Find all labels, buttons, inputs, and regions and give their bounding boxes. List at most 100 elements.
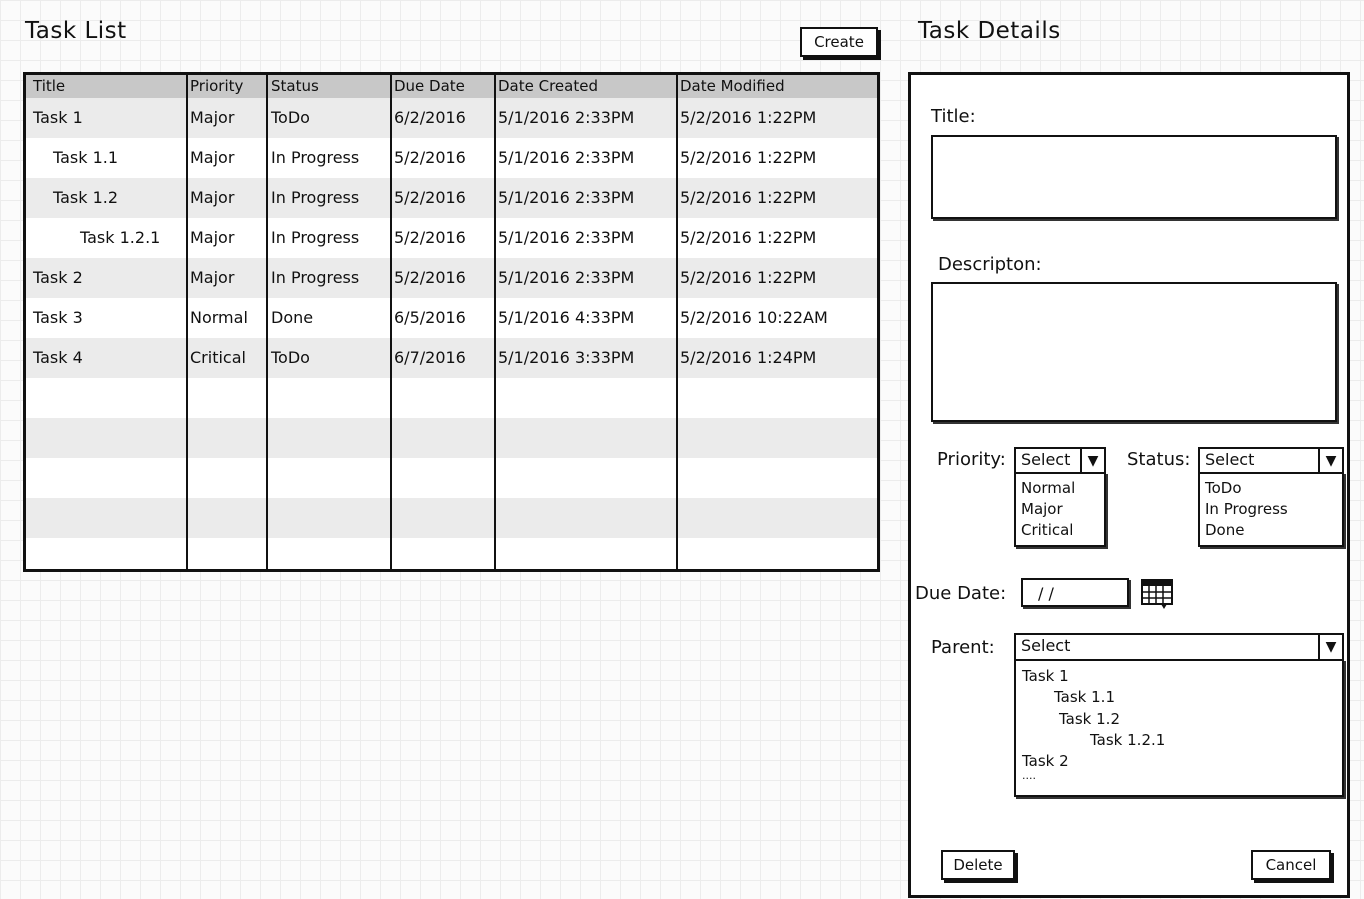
parent-option[interactable]: Task 1.1 (1054, 688, 1115, 706)
chevron-down-icon[interactable]: ▼ (1318, 635, 1342, 659)
table-cell-title: Task 2 (33, 268, 83, 287)
status-select[interactable]: Select ▼ (1198, 447, 1344, 474)
table-cell-due: 5/2/2016 (394, 228, 466, 247)
table-cell-priority: Major (190, 188, 235, 207)
table-cell-priority: Critical (190, 348, 246, 367)
table-cell-modified: 5/2/2016 1:22PM (680, 148, 817, 167)
status-label: Status: (1127, 449, 1191, 470)
task-list-title: Task List (25, 18, 127, 44)
parent-option[interactable]: Task 1.2.1 (1090, 731, 1165, 749)
table-cell-modified: 5/2/2016 1:24PM (680, 348, 817, 367)
table-cell-status: Done (271, 308, 314, 327)
table-cell-priority: Major (190, 108, 235, 127)
table-row (26, 498, 877, 538)
table-cell-created: 5/1/2016 2:33PM (498, 148, 635, 167)
table-cell-created: 5/1/2016 2:33PM (498, 268, 635, 287)
table-cell-due: 5/2/2016 (394, 148, 466, 167)
status-option-todo[interactable]: ToDo (1205, 479, 1242, 497)
parent-option-more: .... (1022, 769, 1036, 782)
table-cell-modified: 5/2/2016 10:22AM (680, 308, 828, 327)
table-cell-status: In Progress (271, 188, 360, 207)
table-cell-title: Task 1.1 (53, 148, 119, 167)
task-table: Task 1 Major ToDo 6/2/2016 5/1/2016 2:33PM 5/… (23, 72, 880, 572)
table-row[interactable]: Task 1.2.1 Major In Progress 5/2/2016 5/1/20… (26, 218, 877, 258)
table-cell-status: In Progress (271, 148, 360, 167)
parent-option[interactable]: Task 2 (1022, 752, 1069, 770)
status-select-value: Select (1205, 450, 1255, 469)
table-cell-title: Task 1.2.1 (80, 228, 161, 247)
table-cell-due: 6/5/2016 (394, 308, 466, 327)
status-option-done[interactable]: Done (1205, 521, 1244, 539)
due-date-input[interactable]: / / (1021, 578, 1129, 607)
description-textarea[interactable] (931, 282, 1337, 422)
table-cell-title: Task 1 (33, 108, 83, 127)
column-header-due-date[interactable]: Due Date (394, 77, 465, 95)
table-row[interactable]: Task 4 Critical ToDo 6/7/2016 5/1/2016 3:33P… (26, 338, 877, 378)
table-cell-priority: Major (190, 228, 235, 247)
priority-option-normal[interactable]: Normal (1021, 479, 1075, 497)
description-label: Descripton: (938, 254, 1042, 275)
table-cell-status: ToDo (271, 348, 310, 367)
title-input[interactable] (931, 135, 1337, 219)
table-cell-modified: 5/2/2016 1:22PM (680, 228, 817, 247)
table-row (26, 378, 877, 418)
table-cell-created: 5/1/2016 3:33PM (498, 348, 635, 367)
table-row[interactable]: Task 1.1 Major In Progress 5/2/2016 5/1/2016… (26, 138, 877, 178)
status-options-list: ToDo In Progress Done (1198, 472, 1344, 547)
calendar-icon[interactable] (1141, 577, 1175, 611)
table-cell-status: In Progress (271, 228, 360, 247)
table-cell-due: 5/2/2016 (394, 268, 466, 287)
parent-label: Parent: (931, 637, 995, 658)
table-row[interactable]: Task 2 Major In Progress 5/2/2016 5/1/2016 2… (26, 258, 877, 298)
table-row[interactable]: Task 3 Normal Done 6/5/2016 5/1/2016 4:33PM 5… (26, 298, 877, 338)
parent-select-value: Select (1021, 636, 1071, 655)
task-details-panel: Title: Descripton: Priority: Select ▼ No… (908, 72, 1350, 898)
parent-options-list: Task 1 Task 1.1 Task 1.2 Task 1.2.1 Task… (1014, 659, 1344, 797)
due-date-value: / / (1038, 584, 1054, 603)
table-cell-status: In Progress (271, 268, 360, 287)
table-cell-priority: Normal (190, 308, 248, 327)
cancel-button[interactable]: Cancel (1251, 850, 1331, 880)
table-cell-due: 6/2/2016 (394, 108, 466, 127)
due-date-label: Due Date: (915, 583, 1007, 604)
table-row[interactable]: Task 1 Major ToDo 6/2/2016 5/1/2016 2:33PM 5/… (26, 98, 877, 138)
column-header-date-created[interactable]: Date Created (498, 77, 598, 95)
table-cell-title: Task 3 (33, 308, 83, 327)
parent-option[interactable]: Task 1.2 (1059, 710, 1120, 728)
chevron-down-icon[interactable]: ▼ (1318, 449, 1342, 472)
table-cell-modified: 5/2/2016 1:22PM (680, 188, 817, 207)
table-row (26, 458, 877, 498)
priority-options-list: Normal Major Critical (1014, 472, 1106, 547)
create-button[interactable]: Create (800, 27, 878, 57)
table-cell-due: 5/2/2016 (394, 188, 466, 207)
table-cell-created: 5/1/2016 2:33PM (498, 108, 635, 127)
table-cell-created: 5/1/2016 2:33PM (498, 228, 635, 247)
column-header-date-modified[interactable]: Date Modified (680, 77, 785, 95)
table-row[interactable]: Task 1.2 Major In Progress 5/2/2016 5/1/2016… (26, 178, 877, 218)
parent-option[interactable]: Task 1 (1022, 667, 1069, 685)
chevron-down-icon[interactable]: ▼ (1080, 449, 1104, 472)
priority-option-major[interactable]: Major (1021, 500, 1063, 518)
priority-option-critical[interactable]: Critical (1021, 521, 1073, 539)
priority-label: Priority: (937, 449, 1006, 470)
column-header-priority[interactable]: Priority (190, 77, 243, 95)
table-row (26, 418, 877, 458)
task-details-title: Task Details (918, 18, 1061, 44)
table-cell-modified: 5/2/2016 1:22PM (680, 108, 817, 127)
table-cell-due: 6/7/2016 (394, 348, 466, 367)
title-label: Title: (931, 106, 976, 127)
table-cell-title: Task 1.2 (53, 188, 119, 207)
column-header-status[interactable]: Status (271, 77, 319, 95)
delete-button[interactable]: Delete (941, 850, 1015, 880)
priority-select-value: Select (1021, 450, 1071, 469)
table-cell-title: Task 4 (33, 348, 83, 367)
table-cell-modified: 5/2/2016 1:22PM (680, 268, 817, 287)
table-cell-created: 5/1/2016 4:33PM (498, 308, 635, 327)
status-option-in-progress[interactable]: In Progress (1205, 500, 1288, 518)
table-cell-priority: Major (190, 268, 235, 287)
priority-select[interactable]: Select ▼ (1014, 447, 1106, 474)
column-header-title[interactable]: Title (33, 77, 65, 95)
parent-select[interactable]: Select ▼ (1014, 633, 1344, 661)
table-row (26, 538, 877, 569)
table-cell-priority: Major (190, 148, 235, 167)
